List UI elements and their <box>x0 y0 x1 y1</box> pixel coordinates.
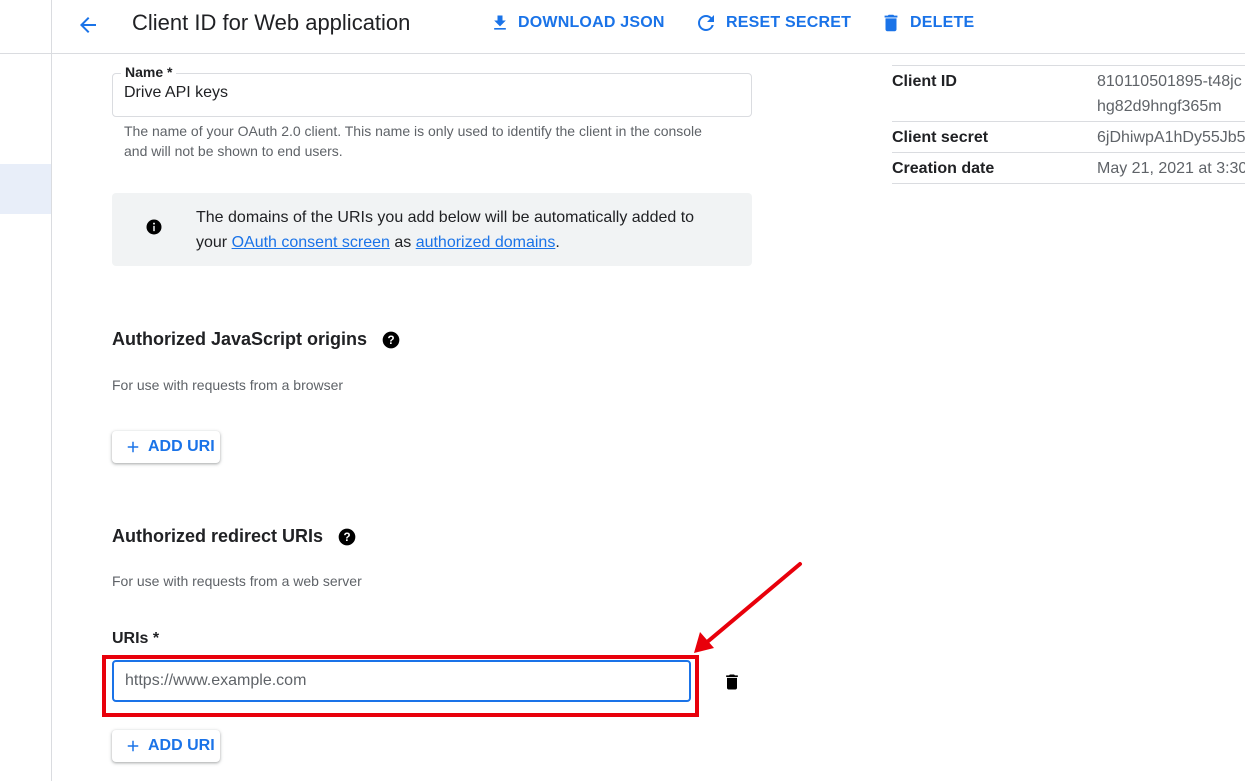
name-hint: The name of your OAuth 2.0 client. This … <box>124 123 702 159</box>
delete-client-button[interactable]: DELETE <box>880 10 974 36</box>
uris-label: URIs * <box>112 630 160 647</box>
top-bar: Client ID for Web application DOWNLOAD J… <box>52 0 1245 54</box>
plus-icon <box>127 740 139 752</box>
download-json-button[interactable]: DOWNLOAD JSON <box>490 10 665 36</box>
plus-icon <box>127 441 139 453</box>
rail-selected-item[interactable] <box>0 164 51 214</box>
client-secret-label: Client secret <box>892 129 989 146</box>
client-metadata: Client ID 810110501895-t48jchg82d9hngf36… <box>892 65 1245 184</box>
reset-secret-label: RESET SECRET <box>726 14 852 31</box>
back-button[interactable] <box>72 9 104 41</box>
client-secret-value: 6jDhiwpA1hDy55Jb5 <box>1097 129 1245 146</box>
svg-text:?: ? <box>388 334 395 347</box>
redirect-uris-title-text: Authorized redirect URIs <box>112 526 324 546</box>
name-input[interactable] <box>124 84 724 102</box>
download-icon <box>494 15 506 30</box>
name-field[interactable]: Name * <box>112 64 752 117</box>
client-id-label: Client ID <box>892 73 957 90</box>
reset-secret-button[interactable]: RESET SECRET <box>694 10 851 36</box>
help-icon[interactable]: ? <box>381 330 401 350</box>
refresh-icon <box>698 14 714 31</box>
info-icon <box>146 219 162 235</box>
add-uri-label: ADD URI <box>148 438 215 455</box>
add-js-origin-button[interactable]: ADD URI <box>112 431 220 463</box>
client-id-row: Client ID 810110501895-t48jchg82d9hngf36… <box>892 66 1245 122</box>
oauth-consent-screen-link[interactable]: OAuth consent screen <box>232 234 390 251</box>
info-banner: The domains of the URIs you add below wi… <box>112 193 752 266</box>
delete-uri-icon[interactable] <box>722 672 742 692</box>
annotation-highlight-box <box>102 655 699 717</box>
js-origins-title: Authorized JavaScript origins ? <box>112 329 401 350</box>
redirect-uris-subtitle: For use with requests from a web server <box>112 573 362 589</box>
creation-date-label: Creation date <box>892 160 995 177</box>
add-redirect-uri-button[interactable]: ADD URI <box>112 730 220 762</box>
delete-label: DELETE <box>910 14 975 31</box>
client-id-value: 810110501895-t48jchg82d9hngf365m <box>1097 73 1242 115</box>
redirect-uris-title: Authorized redirect URIs ? <box>112 526 357 547</box>
trash-icon <box>884 14 898 32</box>
client-secret-row: Client secret 6jDhiwpA1hDy55Jb5 <box>892 122 1245 153</box>
left-navigation-rail <box>0 0 52 781</box>
name-field-label: Name * <box>121 64 177 80</box>
creation-date-value: May 21, 2021 at 3:30 <box>1097 160 1245 177</box>
rail-divider <box>0 53 51 54</box>
add-uri-label: ADD URI <box>148 737 215 754</box>
svg-text:?: ? <box>343 531 350 544</box>
download-json-label: DOWNLOAD JSON <box>518 14 665 31</box>
info-text-after: . <box>555 234 560 251</box>
arrow-back-icon <box>80 17 96 33</box>
authorized-domains-link[interactable]: authorized domains <box>416 234 556 251</box>
info-text-mid: as <box>389 234 416 251</box>
info-text: The domains of the URIs you add below wi… <box>196 205 726 255</box>
js-origins-title-text: Authorized JavaScript origins <box>112 329 368 349</box>
annotation-arrow <box>694 562 802 653</box>
js-origins-subtitle: For use with requests from a browser <box>112 377 344 393</box>
creation-date-row: Creation date May 21, 2021 at 3:30 <box>892 153 1245 184</box>
help-icon[interactable]: ? <box>337 527 357 547</box>
page-title: Client ID for Web application <box>132 10 411 35</box>
